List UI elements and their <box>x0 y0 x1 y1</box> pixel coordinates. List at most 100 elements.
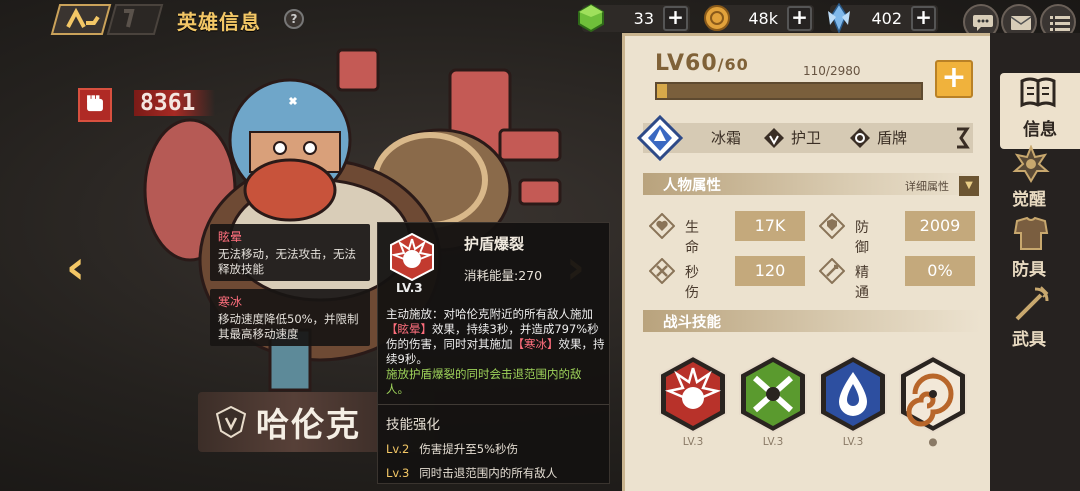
dropdown-arrow-icon[interactable]: ▼ <box>959 176 979 196</box>
sword-icon <box>649 258 675 284</box>
skills-header: 战斗技能 <box>643 310 981 332</box>
stat-label: 生命 <box>685 220 699 256</box>
shield-burst-skill-icon <box>390 233 434 281</box>
skill-level: LV.3 <box>396 281 423 295</box>
water-drop-skill-icon <box>819 354 887 434</box>
effect-tooltip-frost: 寒冰 移动速度降低50%，并限制其最高移动速度 <box>210 289 370 346</box>
green-gem-icon <box>578 3 604 33</box>
book-icon <box>1020 77 1056 108</box>
tag-label: 盾牌 <box>877 129 908 147</box>
chat-icon <box>973 15 993 31</box>
skill-slot-3[interactable]: LV.3 <box>817 354 889 454</box>
fist-icon <box>78 88 112 122</box>
level-up-button[interactable]: + <box>935 60 973 98</box>
nav-label: 防具 <box>1012 260 1046 280</box>
attributes-title: 人物属性 <box>663 178 721 194</box>
enhance-text: 同时击退范围内的所有敌人 <box>419 466 558 480</box>
armor-icon <box>1013 216 1049 250</box>
skill-slot-4[interactable]: ● <box>897 354 969 454</box>
stat-label: 秒伤 <box>685 265 699 301</box>
tag-end-icon <box>957 127 970 149</box>
stat-value: 120 <box>735 256 805 286</box>
detail-attributes-link[interactable]: 详细属性 <box>905 178 949 194</box>
enhance-level: Lv.3 <box>386 466 410 480</box>
combat-power: 8361 <box>78 88 228 122</box>
hero-name: 哈伦克 <box>256 405 361 444</box>
exp-bar <box>655 82 923 100</box>
stat-label: 防御 <box>855 220 869 256</box>
game-screen: 英雄信息 ? 33 + 48k + 402 + 8361 ‹ 眩晕 无法移动，无… <box>0 0 1080 491</box>
tag-frost: 冰霜 <box>691 123 761 153</box>
resource-crystal: 402 + <box>828 3 938 33</box>
guard-icon <box>764 128 784 148</box>
skill-level-dot: ● <box>928 436 938 448</box>
nav-awaken[interactable]: 觉醒 <box>995 143 1063 219</box>
nav-info[interactable]: 信息 <box>1000 73 1080 149</box>
frost-tag[interactable]: 【寒冰】 <box>513 337 559 351</box>
drill-spiral-skill-icon <box>899 354 967 434</box>
skills-title: 战斗技能 <box>663 315 721 331</box>
weapon-icon <box>1015 286 1049 321</box>
skill-slot-1[interactable]: LV.3 <box>657 354 729 454</box>
skill-level: LV.3 <box>842 436 864 448</box>
mastery-icon <box>819 258 845 284</box>
awaken-icon <box>1012 145 1050 183</box>
nav-weapon[interactable]: 武具 <box>995 283 1063 359</box>
skill-energy-cost: 消耗能量:270 <box>464 268 543 283</box>
skill-bonus-text: 施放护盾爆裂的同时会击退范围内的敌人。 <box>386 367 582 396</box>
skill-description: 主动施放：对哈伦克附近的所有敌人施加【眩晕】效果，持续3秒，并造成797%秒伤的… <box>386 307 606 367</box>
nav-armor[interactable]: 防具 <box>995 213 1063 289</box>
effect-desc: 移动速度降低50%，并限制其最高移动速度 <box>218 312 359 341</box>
effect-desc: 无法移动，无法攻击，无法释放技能 <box>218 247 356 276</box>
shield-icon <box>819 213 845 239</box>
skill-name: 护盾爆裂 <box>464 235 525 253</box>
exp-bar-fill <box>657 84 667 98</box>
stun-tag[interactable]: 【眩晕】 <box>386 322 432 336</box>
menu-icon <box>1050 16 1070 31</box>
page-title: 英雄信息 <box>177 10 261 34</box>
hero-tags: 冰霜 护卫 盾牌 <box>637 115 973 161</box>
heart-icon <box>649 213 675 239</box>
power-value: 8361 <box>134 90 216 116</box>
nav-label: 觉醒 <box>1012 190 1046 210</box>
effect-tooltip-stun: 眩晕 无法移动，无法攻击，无法释放技能 <box>210 224 370 281</box>
enhance-level: Lv.2 <box>386 442 410 456</box>
shield-tag-icon <box>850 128 870 148</box>
level-max: /60 <box>717 55 749 74</box>
hero-level: LV60/60 <box>655 51 749 76</box>
shield-burst-skill-icon <box>659 354 727 434</box>
gem-count: 33 <box>633 9 654 28</box>
tag-guard: 护卫 <box>761 123 841 153</box>
tag-shield: 盾牌 <box>847 123 937 153</box>
frost-diamond-icon <box>637 115 683 161</box>
info-panel: LV60/60 110/2980 + 冰霜 护卫 盾牌 人物属性 详细属性 ▼ … <box>622 33 990 491</box>
stat-value: 2009 <box>905 211 975 241</box>
skill-level: LV.3 <box>762 436 784 448</box>
guardian-class-icon <box>216 406 246 438</box>
blue-crystal-icon <box>828 3 850 33</box>
mail-icon <box>1010 16 1032 30</box>
enhance-row: Lv.3 同时击退范围内的所有敌人 <box>386 465 557 481</box>
crystal-count: 402 <box>871 9 902 28</box>
enhance-row: Lv.2 伤害提升至5%秒伤 <box>386 441 518 457</box>
skill-level: LV.3 <box>682 436 704 448</box>
enhance-title: 技能强化 <box>386 417 440 433</box>
resource-coin: 48k + <box>704 5 814 32</box>
nav-label: 信息 <box>1023 120 1057 140</box>
stat-value: 0% <box>905 256 975 286</box>
tag-label: 冰霜 <box>711 129 742 147</box>
exp-text: 110/2980 <box>803 64 861 78</box>
gem-plus-button[interactable]: + <box>663 6 688 31</box>
tag-label: 护卫 <box>791 129 822 147</box>
prev-hero-arrow-icon[interactable]: ‹ <box>66 240 85 294</box>
gold-coin-icon <box>704 5 730 31</box>
nav-label: 武具 <box>1012 330 1046 350</box>
skill-slot-2[interactable]: LV.3 <box>737 354 809 454</box>
skill-detail-popup: LV.3 护盾爆裂 消耗能量:270 主动施放：对哈伦克附近的所有敌人施加【眩晕… <box>377 222 610 484</box>
enhance-text: 伤害提升至5%秒伤 <box>419 442 519 456</box>
coin-plus-button[interactable]: + <box>787 6 812 31</box>
crystal-plus-button[interactable]: + <box>911 6 936 31</box>
help-icon[interactable]: ? <box>284 9 304 29</box>
back-logo-icon[interactable] <box>50 3 168 36</box>
desc-text: 主动施放：对哈伦克附近的所有敌人施加 <box>386 307 593 321</box>
